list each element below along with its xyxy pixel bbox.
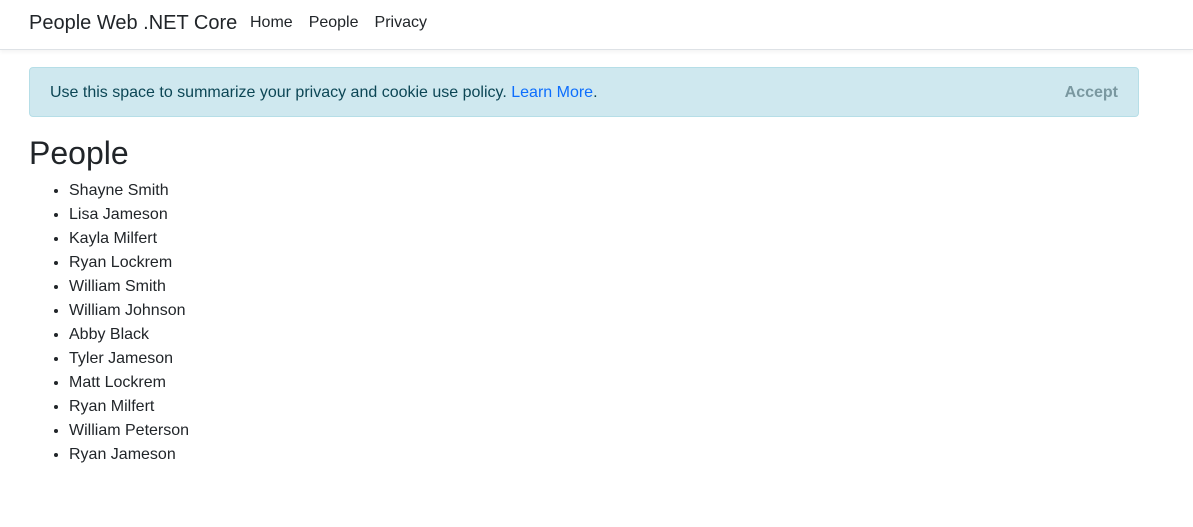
person-list-item: Ryan Jameson	[69, 443, 189, 467]
accept-button[interactable]: Accept	[1065, 83, 1118, 103]
nav-link-home[interactable]: Home	[250, 13, 293, 33]
nav-link-privacy[interactable]: Privacy	[375, 13, 427, 33]
person-list-item: Ryan Lockrem	[69, 251, 189, 275]
learn-more-link[interactable]: Learn More	[511, 84, 593, 101]
person-list-item: William Smith	[69, 275, 189, 299]
cookie-message: Use this space to summarize your privacy…	[50, 84, 507, 101]
person-list-item: William Peterson	[69, 419, 189, 443]
person-list-item: Matt Lockrem	[69, 371, 189, 395]
person-list-item: Kayla Milfert	[69, 227, 189, 251]
nav-links: Home People Privacy	[250, 13, 427, 33]
person-list-item: Ryan Milfert	[69, 395, 189, 419]
person-list-item: Lisa Jameson	[69, 203, 189, 227]
cookie-message-container: Use this space to summarize your privacy…	[50, 83, 598, 103]
nav-link-people[interactable]: People	[309, 13, 359, 33]
brand-link[interactable]: People Web .NET Core	[29, 11, 237, 35]
cookie-message-period: .	[593, 84, 598, 101]
top-navbar: People Web .NET Core Home People Privacy	[0, 0, 1193, 50]
person-list-item: Shayne Smith	[69, 179, 189, 203]
people-list: Shayne Smith Lisa Jameson Kayla Milfert …	[29, 179, 189, 467]
page-title: People	[29, 135, 129, 171]
person-list-item: William Johnson	[69, 299, 189, 323]
person-list-item: Abby Black	[69, 323, 189, 347]
person-list-item: Tyler Jameson	[69, 347, 189, 371]
cookie-consent-alert: Use this space to summarize your privacy…	[29, 67, 1139, 117]
